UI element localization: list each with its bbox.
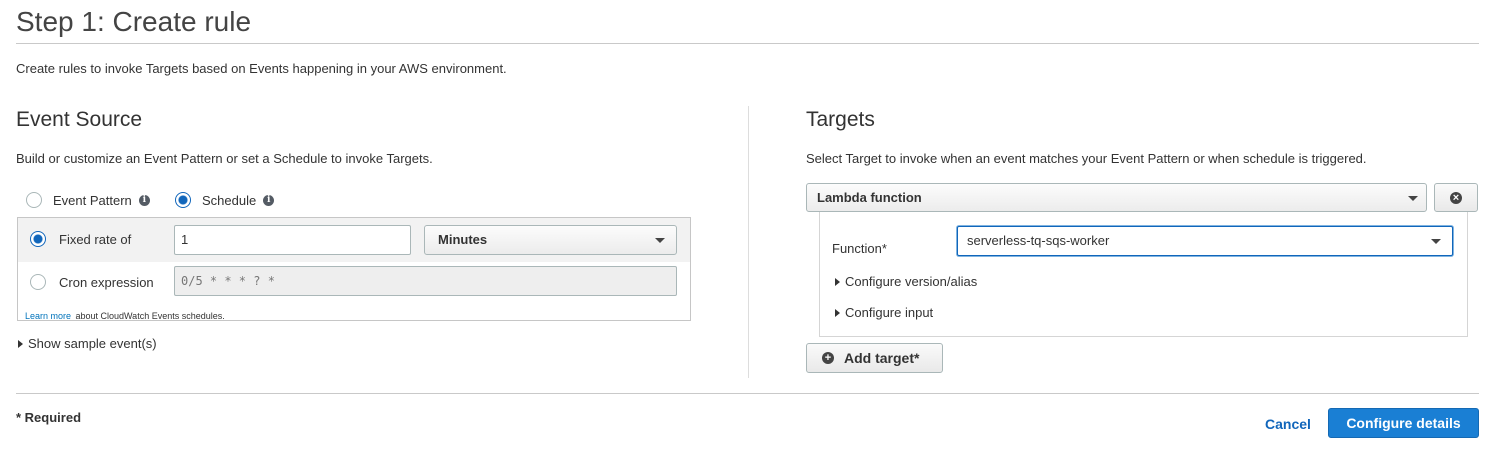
configure-version-toggle[interactable]: Configure version/alias xyxy=(835,274,977,289)
info-icon[interactable]: i xyxy=(138,194,150,206)
add-target-label: Add target* xyxy=(844,350,920,366)
caret-right-icon xyxy=(835,308,840,317)
learn-more-link[interactable]: Learn more xyxy=(25,311,71,321)
schedule-option[interactable]: Schedule i xyxy=(175,192,275,208)
cron-radio[interactable] xyxy=(30,274,46,290)
targets-heading: Targets xyxy=(806,108,875,131)
caret-right-icon xyxy=(18,339,23,348)
footer-divider xyxy=(16,393,1479,394)
add-target-button[interactable]: + Add target* xyxy=(806,343,943,373)
close-icon: × xyxy=(1450,191,1462,204)
target-type-value: Lambda function xyxy=(817,190,922,205)
configure-input-toggle[interactable]: Configure input xyxy=(835,305,933,320)
cancel-button[interactable]: Cancel xyxy=(1265,416,1311,432)
function-select[interactable]: serverless-tq-sqs-worker xyxy=(957,226,1453,256)
event-source-heading: Event Source xyxy=(16,108,143,131)
caret-right-icon xyxy=(835,277,840,286)
required-note: * Required xyxy=(16,410,82,425)
info-icon[interactable]: i xyxy=(263,194,275,206)
plus-icon: + xyxy=(822,352,834,364)
fixed-rate-radio[interactable] xyxy=(30,231,46,247)
page-subtitle: Create rules to invoke Targets based on … xyxy=(16,61,507,76)
configure-input-label: Configure input xyxy=(845,305,934,320)
cron-label: Cron expression xyxy=(59,274,154,290)
learn-more-note: Learn more about CloudWatch Events sched… xyxy=(25,306,225,324)
cron-expression-input[interactable]: 0/5 * * * ? * xyxy=(174,266,677,296)
fixed-rate-input[interactable]: 1 xyxy=(174,225,411,255)
cron-option[interactable]: Cron expression xyxy=(30,274,154,290)
schedule-radio[interactable] xyxy=(175,192,191,208)
remove-target-button[interactable]: × xyxy=(1434,183,1478,212)
chevron-down-icon xyxy=(655,238,665,243)
chevron-down-icon xyxy=(1431,239,1441,244)
learn-more-suffix: about CloudWatch Events schedules. xyxy=(75,311,225,321)
schedule-label: Schedule xyxy=(202,192,257,208)
event-pattern-label: Event Pattern xyxy=(53,192,132,208)
rate-unit-select[interactable]: Minutes xyxy=(424,225,677,255)
function-label: Function* xyxy=(832,241,887,256)
column-divider xyxy=(748,106,749,378)
show-sample-events-toggle[interactable]: Show sample event(s) xyxy=(18,336,157,351)
page-title: Step 1: Create rule xyxy=(16,6,252,37)
title-divider xyxy=(16,43,1479,44)
fixed-rate-option[interactable]: Fixed rate of xyxy=(30,231,131,247)
show-sample-label: Show sample event(s) xyxy=(28,336,157,351)
target-type-select[interactable]: Lambda function xyxy=(806,183,1427,212)
configure-details-button[interactable]: Configure details xyxy=(1328,408,1479,438)
targets-description: Select Target to invoke when an event ma… xyxy=(806,151,1367,166)
fixed-rate-label: Fixed rate of xyxy=(59,231,132,247)
configure-version-label: Configure version/alias xyxy=(845,274,978,289)
function-value: serverless-tq-sqs-worker xyxy=(967,233,1110,248)
chevron-down-icon xyxy=(1408,196,1418,201)
event-source-description: Build or customize an Event Pattern or s… xyxy=(16,151,433,166)
event-pattern-radio[interactable] xyxy=(26,192,42,208)
event-pattern-option[interactable]: Event Pattern i xyxy=(26,192,150,208)
rate-unit-value: Minutes xyxy=(438,232,488,247)
